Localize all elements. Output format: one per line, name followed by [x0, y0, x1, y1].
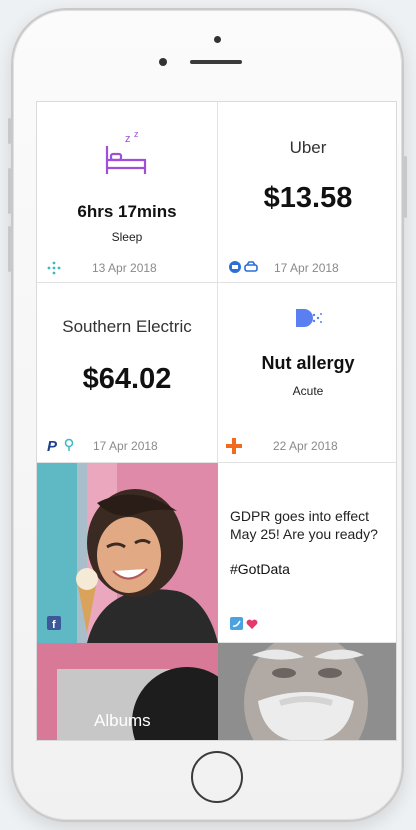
photo-tile[interactable]: f — [37, 463, 218, 643]
allergy-severity: Acute — [292, 384, 324, 398]
svg-text:f: f — [52, 619, 56, 630]
albums-label: Albums — [94, 711, 151, 730]
tweet-text: GDPR goes into effect May 25! Are you re… — [230, 508, 378, 542]
portrait-tile[interactable] — [218, 643, 396, 740]
bed-icon: z z — [105, 130, 147, 174]
albums-tile[interactable]: Albums — [37, 643, 218, 740]
bank-icon — [229, 261, 241, 273]
uber-date: 17 Apr 2018 — [274, 261, 339, 275]
home-button[interactable] — [191, 751, 243, 803]
twitter-icon — [230, 617, 243, 630]
volume-up-button — [8, 168, 11, 214]
allergy-icon — [296, 309, 322, 327]
merchant-name: Uber — [289, 138, 327, 157]
merchant-name: Southern Electric — [62, 317, 192, 336]
gdpr-tile[interactable]: GDPR goes into effect May 25! Are you re… — [218, 463, 396, 643]
svg-text:z: z — [134, 130, 139, 139]
car-icon — [244, 261, 258, 272]
sleep-tile[interactable]: z z 6hrs 17mins Sleep 13 Apr 2018 — [37, 102, 218, 283]
allergy-tile[interactable]: Nut allergy Acute 22 Apr 2018 — [218, 283, 396, 463]
front-camera — [214, 36, 221, 43]
uber-tile[interactable]: Uber $13.58 17 Apr 2018 — [218, 102, 396, 283]
amount: $64.02 — [82, 363, 172, 395]
power-button — [404, 156, 407, 218]
pin-icon — [64, 438, 74, 451]
activity-tracker-icon — [47, 261, 61, 275]
woman-photo — [37, 463, 218, 643]
facebook-icon: f — [47, 616, 61, 630]
svg-text:P: P — [47, 438, 58, 453]
app-screen: z z 6hrs 17mins Sleep 13 Apr 2018 Uber $… — [36, 101, 397, 741]
medical-cross-icon — [226, 438, 242, 454]
proximity-sensor — [159, 58, 167, 66]
volume-down-button — [8, 226, 11, 272]
old-man-photo — [218, 643, 396, 740]
amount: $13.58 — [263, 182, 353, 214]
allergy-title: Nut allergy — [261, 353, 355, 373]
sleep-date: 13 Apr 2018 — [92, 261, 157, 275]
paypal-pin-icons: P — [47, 438, 74, 453]
mute-switch — [8, 118, 11, 144]
earpiece-speaker — [190, 60, 242, 64]
electric-tile[interactable]: Southern Electric $64.02 P 17 Apr 2018 — [37, 283, 218, 463]
sleep-duration: 6hrs 17mins — [77, 202, 177, 221]
heart-icon — [246, 619, 258, 629]
hashtag: #GotData — [230, 561, 290, 577]
sleep-label: Sleep — [111, 230, 143, 244]
allergy-date: 22 Apr 2018 — [273, 439, 338, 453]
bank-car-icons — [229, 261, 258, 273]
electric-date: 17 Apr 2018 — [93, 439, 158, 453]
svg-text:z: z — [125, 133, 131, 145]
twitter-heart-icons — [230, 617, 258, 630]
paypal-icon: P — [47, 438, 58, 453]
